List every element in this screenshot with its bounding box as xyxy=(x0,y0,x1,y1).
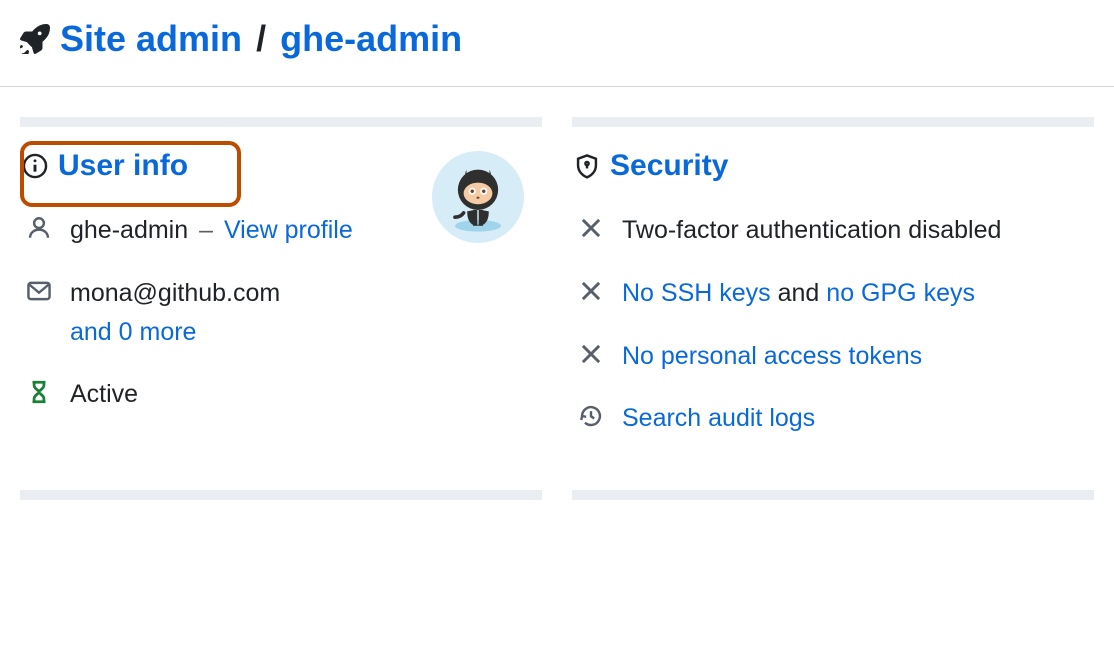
pat-row: No personal access tokens xyxy=(572,325,1094,388)
email-text: mona@github.com xyxy=(70,279,280,307)
history-icon xyxy=(578,403,604,429)
user-info-link[interactable]: User info xyxy=(58,149,188,183)
audit-row: Search audit logs xyxy=(572,387,1094,450)
user-info-panel: User info ghe-admin xyxy=(20,117,542,500)
info-icon xyxy=(22,153,48,179)
shield-icon xyxy=(574,153,600,179)
security-link[interactable]: Security xyxy=(610,149,728,183)
no-pat-link[interactable]: No personal access tokens xyxy=(622,342,922,370)
security-panel: Security Two-factor authentication disab… xyxy=(572,117,1094,500)
breadcrumb: Site admin / ghe-admin xyxy=(60,18,462,60)
breadcrumb-separator: / xyxy=(256,18,266,59)
avatar xyxy=(432,151,524,243)
security-heading: Security xyxy=(574,149,1094,183)
view-profile-link[interactable]: View profile xyxy=(224,216,353,244)
two-factor-text: Two-factor authentication disabled xyxy=(622,216,1001,244)
two-factor-row: Two-factor authentication disabled xyxy=(572,199,1094,262)
mail-icon xyxy=(26,278,52,304)
and-word: and xyxy=(778,279,820,307)
breadcrumb-header: Site admin / ghe-admin xyxy=(0,0,1114,87)
keys-row: No SSH keys and no GPG keys xyxy=(572,262,1094,325)
email-more-link[interactable]: and 0 more xyxy=(70,318,196,346)
dash: – xyxy=(199,216,213,244)
octocat-icon xyxy=(442,161,514,233)
no-ssh-keys-link[interactable]: No SSH keys xyxy=(622,279,771,307)
x-icon xyxy=(578,215,604,241)
breadcrumb-site-admin[interactable]: Site admin xyxy=(60,18,242,59)
panels-container: User info ghe-admin xyxy=(0,87,1114,500)
email-row: mona@github.com and 0 more xyxy=(20,262,542,364)
status-text: Active xyxy=(70,380,138,408)
person-icon xyxy=(26,215,52,241)
hourglass-icon xyxy=(26,379,52,405)
x-icon xyxy=(578,278,604,304)
username-text: ghe-admin xyxy=(70,216,188,244)
search-audit-logs-link[interactable]: Search audit logs xyxy=(622,404,815,432)
no-gpg-keys-link[interactable]: no GPG keys xyxy=(826,279,975,307)
x-icon xyxy=(578,341,604,367)
status-row: Active xyxy=(20,363,542,426)
rocket-icon xyxy=(20,24,50,54)
breadcrumb-user[interactable]: ghe-admin xyxy=(280,18,462,59)
